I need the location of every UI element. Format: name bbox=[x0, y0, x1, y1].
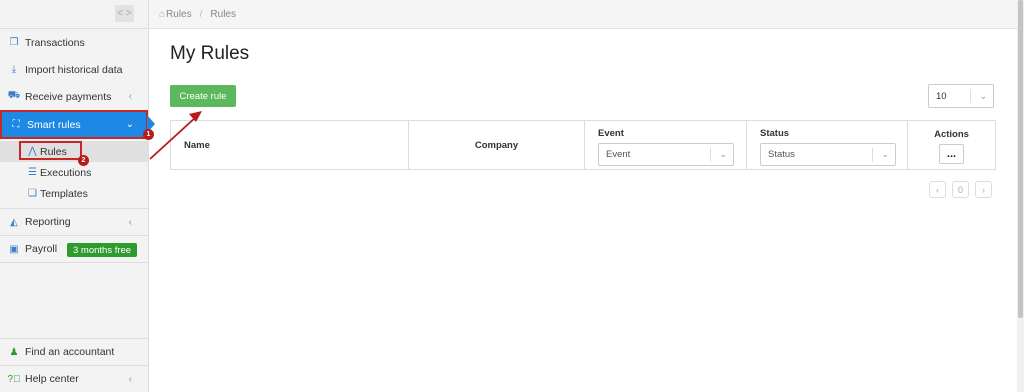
column-label: Name bbox=[184, 139, 210, 151]
chevron-down-icon: ⌄ bbox=[979, 90, 987, 101]
sidebar-header: < > bbox=[0, 0, 148, 29]
sidebar: < > ❐ Transactions ⤓ Import historical d… bbox=[0, 0, 155, 392]
sidebar-subitem-templates[interactable]: ❏ Templates bbox=[0, 183, 148, 204]
status-filter-select[interactable]: Status ⌄ bbox=[760, 143, 896, 166]
sidebar-item-label: Reporting bbox=[25, 216, 71, 228]
copy-icon: ❏ bbox=[28, 188, 37, 199]
sidebar-subitem-label: Templates bbox=[40, 187, 88, 200]
rules-table: Name Company Event Event ⌄ Status Status… bbox=[170, 120, 996, 170]
sidebar-item-label: Receive payments bbox=[25, 90, 112, 103]
column-label: Status bbox=[760, 128, 790, 139]
sidebar-subitem-label: Executions bbox=[40, 166, 92, 179]
document-copy-icon: ❐ bbox=[9, 37, 19, 48]
breadcrumb-current: Rules bbox=[210, 8, 236, 20]
chevron-down-icon: ⌄ bbox=[719, 149, 727, 159]
sidebar-item-label: Find an accountant bbox=[25, 346, 115, 358]
sidebar-item-import[interactable]: ⤓ Import historical data bbox=[0, 56, 148, 83]
sidebar-item-reporting[interactable]: ◭ Reporting ‹ bbox=[0, 208, 148, 235]
prev-page-button[interactable]: ‹ bbox=[929, 181, 946, 198]
page-size-select[interactable]: 10 ⌄ bbox=[928, 84, 994, 108]
sidebar-item-label: Import historical data bbox=[25, 63, 123, 76]
event-filter-value: Event bbox=[606, 149, 631, 160]
pagination: ‹ 0 › bbox=[923, 181, 992, 198]
sidebar-item-payroll[interactable]: ▣ Payroll 3 months free bbox=[0, 235, 148, 262]
chevron-left-icon: ‹ bbox=[128, 91, 132, 102]
chevron-left-icon: ‹ bbox=[128, 216, 132, 228]
breadcrumb-separator: / bbox=[199, 8, 203, 20]
event-filter-select[interactable]: Event ⌄ bbox=[598, 143, 734, 166]
list-icon: ☰ bbox=[28, 167, 37, 178]
sitemap-icon: ⛶ bbox=[12, 119, 20, 130]
column-label: Event bbox=[598, 128, 624, 139]
next-page-button[interactable]: › bbox=[975, 181, 992, 198]
cart-icon: ⛟ bbox=[7, 90, 21, 101]
sidebar-item-transactions[interactable]: ❐ Transactions bbox=[0, 29, 148, 56]
chevron-down-icon: ⌄ bbox=[125, 119, 134, 130]
column-header-event: Event Event ⌄ bbox=[585, 121, 747, 169]
scrollbar-thumb[interactable] bbox=[1018, 0, 1023, 318]
promo-badge: 3 months free bbox=[67, 243, 138, 257]
code-arrows-icon: < > bbox=[117, 8, 132, 19]
help-icon: ?⃝ bbox=[7, 373, 21, 385]
highlight-box bbox=[19, 141, 82, 160]
scrollbar[interactable] bbox=[1017, 0, 1024, 392]
sidebar-bottom: ♟ Find an accountant ?⃝ Help center ‹ bbox=[0, 338, 148, 392]
sidebar-item-label: Help center bbox=[25, 373, 79, 385]
sidebar-subitem-executions[interactable]: ☰ Executions bbox=[0, 162, 148, 183]
column-header-name[interactable]: Name bbox=[171, 121, 409, 169]
home-icon: ⌂ bbox=[159, 8, 166, 20]
column-header-status: Status Status ⌄ bbox=[747, 121, 908, 169]
page-size-value: 10 bbox=[936, 90, 947, 102]
money-icon: ▣ bbox=[9, 243, 19, 255]
sidebar-item-label: Smart rules bbox=[27, 118, 81, 131]
chevron-left-icon: ‹ bbox=[128, 373, 132, 385]
breadcrumb-home[interactable]: Rules bbox=[166, 9, 192, 20]
actions-menu-button[interactable]: ... bbox=[939, 144, 964, 164]
create-rule-button[interactable]: Create rule bbox=[170, 85, 236, 107]
sidebar-item-label: Payroll bbox=[25, 243, 58, 255]
sidebar-item-smart-rules[interactable]: ⛶ Smart rules ⌄ 1 bbox=[0, 110, 155, 140]
chevron-down-icon: ⌄ bbox=[881, 149, 889, 159]
column-header-company[interactable]: Company bbox=[409, 121, 585, 169]
sidebar-item-label: Transactions bbox=[25, 36, 85, 49]
status-filter-value: Status bbox=[768, 149, 795, 160]
sidebar-item-find-accountant[interactable]: ♟ Find an accountant bbox=[0, 338, 148, 365]
main-content: My Rules Create rule 10 ⌄ Name Company E… bbox=[149, 29, 1016, 392]
breadcrumb: ⌂ Rules / Rules bbox=[149, 0, 1024, 29]
column-header-actions: Actions ... bbox=[908, 121, 995, 169]
sidebar-subitem-rules[interactable]: ⋀ Rules 2 bbox=[0, 141, 148, 166]
sidebar-item-receive-payments[interactable]: ⛟ Receive payments ‹ bbox=[0, 83, 148, 110]
page-title: My Rules bbox=[170, 43, 250, 64]
column-label: Actions bbox=[934, 129, 969, 140]
page-number[interactable]: 0 bbox=[952, 181, 969, 198]
area-chart-icon: ◭ bbox=[10, 216, 18, 228]
collapse-sidebar-button[interactable]: < > bbox=[115, 5, 134, 22]
accountant-icon: ♟ bbox=[9, 346, 19, 358]
column-label: Company bbox=[474, 139, 519, 151]
sidebar-item-help-center[interactable]: ?⃝ Help center ‹ bbox=[0, 365, 148, 392]
download-icon: ⤓ bbox=[11, 64, 17, 75]
